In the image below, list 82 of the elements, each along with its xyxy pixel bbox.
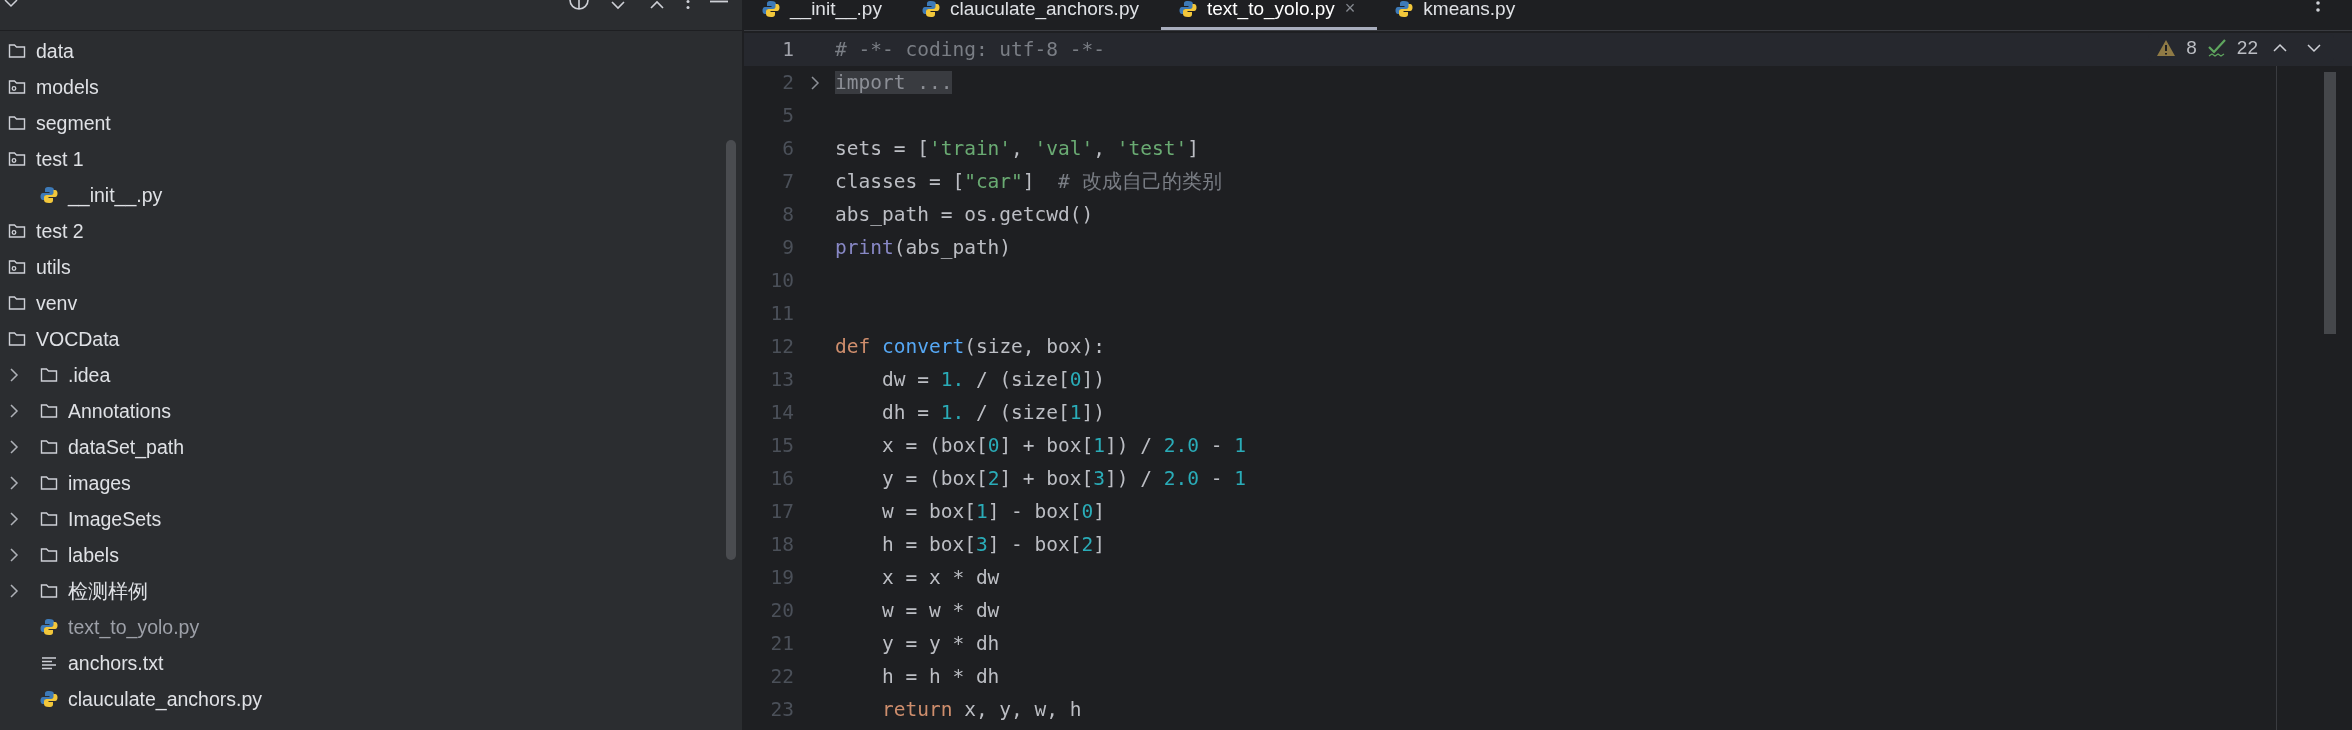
folder-icon [40,582,58,600]
tree-item[interactable]: ImageSets [68,507,162,531]
module-folder-icon [8,222,26,240]
close-icon[interactable]: × [1344,0,1356,16]
code-line: x = x * dw [880,566,1000,589]
tree-item[interactable]: Annotations [68,399,171,423]
python-file-icon [40,186,58,204]
editor-tab[interactable]: clauculate_anchors.py [903,0,1161,30]
folder-icon [40,510,58,528]
tree-item[interactable]: images [68,471,131,495]
python-file-icon [762,0,780,18]
warning-icon[interactable] [2156,39,2177,57]
python-file-icon [1179,0,1197,18]
code-line: dw = 1. / (size[0]) [880,368,1106,391]
python-file-icon [40,690,58,708]
tree-item[interactable]: utils [36,255,71,279]
tree-item[interactable]: text_to_yolo.py [68,615,200,639]
module-folder-icon [8,150,26,168]
tree-item[interactable]: venv [36,291,78,315]
folder-icon [8,330,26,348]
code-line: w = w * dw [880,599,1000,622]
editor-tab[interactable]: text_to_yolo.py × [1161,0,1378,30]
warning-count: 8 [2186,37,2197,59]
tree-item[interactable]: dataSet_path [68,435,185,459]
code-line: abs_path = os.getcwd() [835,203,1094,226]
chevron-down-icon[interactable] [2,0,20,8]
scrollbar[interactable] [726,140,736,560]
code-line: y = (box[2] + box[3]) / 2.0 - 1 [880,467,1246,490]
check-icon[interactable] [2206,38,2227,58]
tree-item[interactable]: segment [36,111,111,135]
chevron-right-icon[interactable] [8,476,20,490]
code-line: y = y * dh [880,632,1000,655]
code-line: # -*- coding: utf-8 -*- [835,38,1106,61]
tree-item[interactable]: 检测样例 [68,577,148,605]
chevron-right-icon[interactable] [8,404,20,418]
more-icon[interactable] [685,0,691,10]
tree-item[interactable]: anchors.txt [68,651,164,675]
code-line: w = box[1] - box[0] [880,500,1106,523]
code-line: sets = ['train', 'val', 'test'] [835,137,1199,160]
chevron-right-icon[interactable] [8,548,20,562]
weak-warning-count: 22 [2236,37,2258,59]
code-line: h = box[3] - box[2] [880,533,1106,556]
tree-item[interactable]: models [36,75,99,99]
module-folder-icon [8,258,26,276]
text-file-icon [40,654,58,672]
folder-icon [8,294,26,312]
python-file-icon [1395,0,1414,18]
code-line: def convert(size, box): [835,335,1106,358]
code-line: dh = 1. / (size[1]) [880,401,1106,424]
folder-icon [8,114,26,132]
folder-icon [40,402,58,420]
tree-item[interactable]: .idea [68,363,111,387]
tree-item[interactable]: data [36,39,74,63]
tree-item[interactable]: clauculate_anchors.py [68,687,263,711]
chevron-right-icon[interactable] [8,584,20,598]
tree-item[interactable]: test 2 [36,219,84,243]
module-folder-icon [8,78,26,96]
chevron-right-icon[interactable] [8,440,20,454]
folder-icon [40,438,58,456]
tree-item[interactable]: test 1 [36,147,84,171]
tree-item[interactable]: __init__.py [68,183,163,207]
code-line: x = (box[0] + box[1]) / 2.0 - 1 [880,434,1246,457]
editor-tab[interactable]: kmeans.py [1377,0,1538,30]
code-line: return x, y, w, h [880,698,1082,721]
tree-item[interactable]: labels [68,543,119,567]
python-file-icon [921,0,940,18]
python-file-icon [40,618,58,636]
scrollbar[interactable] [2324,72,2336,334]
line-number: 1 [781,38,794,61]
folder-icon [8,42,26,60]
folder-icon [40,546,58,564]
chevron-right-icon[interactable] [8,368,20,382]
editor-tab[interactable]: __init__.py [744,0,904,30]
code-line: classes = ["car"] # 改成自己的类别 [835,169,1222,195]
tree-item[interactable]: VOCData [36,327,120,351]
folder-icon [40,366,58,384]
code-line: print(abs_path) [835,236,1012,259]
crosshair-icon[interactable] [568,0,590,10]
chevron-right-icon[interactable] [8,512,20,526]
folder-icon [40,474,58,492]
minimize-icon[interactable] [708,0,730,3]
code-line: h = h * dh [880,665,1000,688]
